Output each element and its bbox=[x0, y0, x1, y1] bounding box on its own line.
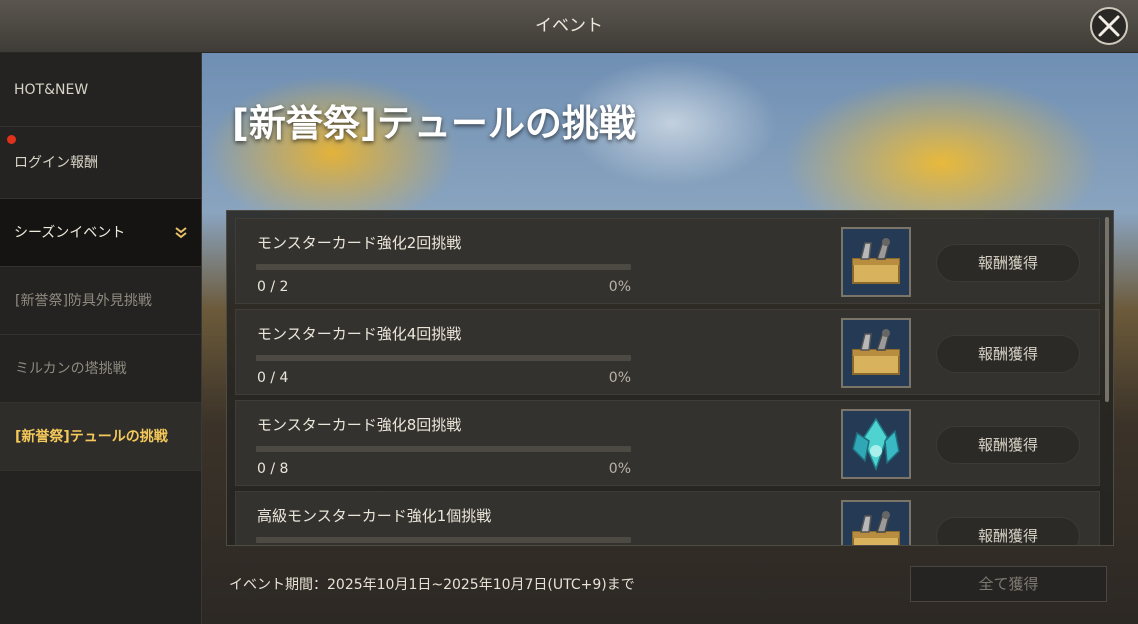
window-title: イベント bbox=[535, 16, 603, 36]
mission-name: モンスターカード強化2回挑戦 bbox=[257, 234, 462, 252]
sidebar-item-label: シーズンイベント bbox=[14, 225, 126, 241]
title-bar: イベント bbox=[0, 0, 1138, 53]
progress-bar bbox=[256, 355, 631, 361]
event-title: [新誉祭]テュールの挑戦 bbox=[232, 102, 636, 145]
close-button[interactable] bbox=[1090, 7, 1128, 45]
chevron-down-icon bbox=[175, 227, 187, 239]
event-period: イベント期間：2025年10月1日~2025年10月7日(UTC+9)まで bbox=[229, 577, 635, 593]
sidebar-item-milkan-tower[interactable]: ミルカンの塔挑戦 bbox=[0, 335, 201, 403]
progress-count: 0 / 4 bbox=[257, 370, 289, 386]
mission-name: 高級モンスターカード強化1個挑戦 bbox=[257, 507, 492, 525]
sidebar-item-label: ログイン報酬 bbox=[14, 155, 98, 171]
claim-reward-button[interactable]: 報酬獲得 bbox=[936, 426, 1080, 464]
sidebar: HOT&NEW ログイン報酬 シーズンイベント [新誉祭]防具外見挑戦 ミルカン… bbox=[0, 53, 202, 624]
claim-reward-button[interactable]: 報酬獲得 bbox=[936, 517, 1080, 545]
claim-all-button[interactable]: 全て獲得 bbox=[910, 566, 1107, 602]
sidebar-item-label: [新誉祭]防具外見挑戦 bbox=[15, 293, 152, 309]
progress-count: 0 / 2 bbox=[257, 279, 289, 295]
mission-list[interactable]: モンスターカード強化2回挑戦 0 / 2 0% 報酬獲得 モンスターカード強化4… bbox=[226, 210, 1114, 546]
claim-reward-button[interactable]: 報酬獲得 bbox=[936, 244, 1080, 282]
sidebar-item-armor-challenge[interactable]: [新誉祭]防具外見挑戦 bbox=[0, 267, 201, 335]
toolbox-icon bbox=[852, 511, 900, 545]
notification-dot bbox=[7, 135, 16, 144]
scrollbar[interactable] bbox=[1105, 217, 1109, 402]
sidebar-item-login-reward[interactable]: ログイン報酬 bbox=[0, 127, 201, 199]
progress-percent: 0% bbox=[608, 279, 631, 295]
mission-name: モンスターカード強化8回挑戦 bbox=[257, 416, 462, 434]
progress-count: 0 / 8 bbox=[257, 461, 289, 477]
progress-bar bbox=[256, 537, 631, 543]
reward-item[interactable] bbox=[841, 227, 911, 297]
close-icon bbox=[1098, 15, 1120, 37]
sidebar-item-tyr-challenge[interactable]: [新誉祭]テュールの挑戦 bbox=[0, 403, 201, 471]
crystal-icon bbox=[852, 417, 900, 472]
progress-percent: 0% bbox=[608, 370, 631, 386]
sidebar-item-label: HOT&NEW bbox=[14, 82, 89, 98]
mission-name: モンスターカード強化4回挑戦 bbox=[257, 325, 462, 343]
sidebar-item-label: ミルカンの塔挑戦 bbox=[15, 361, 127, 377]
reward-item[interactable] bbox=[841, 318, 911, 388]
mission-row: モンスターカード強化4回挑戦 0 / 4 0% 報酬獲得 bbox=[235, 309, 1100, 395]
event-panel: [新誉祭]テュールの挑戦 モンスターカード強化2回挑戦 0 / 2 0% 報酬獲… bbox=[202, 53, 1138, 624]
progress-bar bbox=[256, 264, 631, 270]
mission-row: モンスターカード強化2回挑戦 0 / 2 0% 報酬獲得 bbox=[235, 218, 1100, 304]
sidebar-item-season-event[interactable]: シーズンイベント bbox=[0, 199, 201, 267]
claim-reward-button[interactable]: 報酬獲得 bbox=[936, 335, 1080, 373]
toolbox-icon bbox=[852, 329, 900, 375]
mission-row: モンスターカード強化8回挑戦 0 / 8 0% 報酬獲得 bbox=[235, 400, 1100, 486]
toolbox-icon bbox=[852, 238, 900, 284]
progress-percent: 0% bbox=[608, 461, 631, 477]
sidebar-item-label: [新誉祭]テュールの挑戦 bbox=[15, 429, 168, 445]
mission-row: 高級モンスターカード強化1個挑戦 報酬獲得 bbox=[235, 491, 1100, 545]
reward-item[interactable] bbox=[841, 409, 911, 479]
sidebar-item-hot-new[interactable]: HOT&NEW bbox=[0, 53, 201, 127]
progress-bar bbox=[256, 446, 631, 452]
reward-item[interactable] bbox=[841, 500, 911, 545]
